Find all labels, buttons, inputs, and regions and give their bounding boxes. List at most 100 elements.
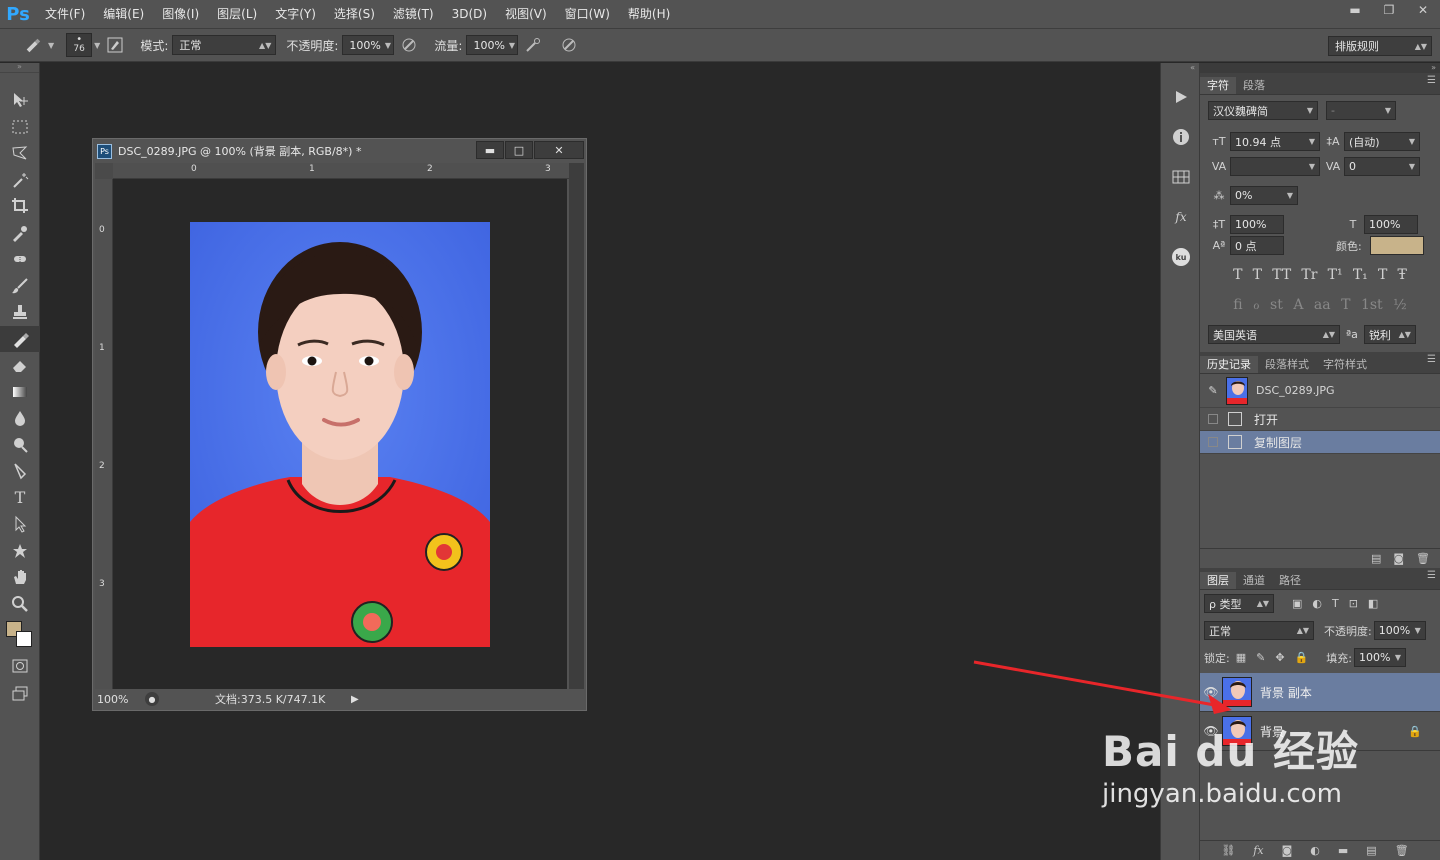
kerning-field[interactable]: ▼ <box>1230 157 1320 176</box>
tab-paragraph[interactable]: 段落 <box>1236 77 1272 94</box>
panel-menu-icon[interactable]: ☰ <box>1427 75 1436 86</box>
hand-tool-icon[interactable] <box>0 564 40 591</box>
new-document-from-state-icon[interactable]: ▤ <box>1371 552 1381 565</box>
restore-button[interactable]: ❐ <box>1372 0 1406 20</box>
tab-channels[interactable]: 通道 <box>1236 572 1272 589</box>
document-title-bar[interactable]: Ps DSC_0289.JPG @ 100% (背景 副本, RGB/8*) *… <box>93 139 586 163</box>
gradient-tool-icon[interactable] <box>0 379 40 406</box>
opentype-button-4[interactable]: aa <box>1314 297 1331 313</box>
menu-item-5[interactable]: 选择(S) <box>325 0 384 28</box>
history-snapshot[interactable]: ✎ DSC_0289.JPG <box>1200 374 1440 408</box>
background-color-swatch[interactable] <box>16 631 32 647</box>
dock-collapse-icon[interactable]: « <box>1161 63 1199 77</box>
menu-item-8[interactable]: 视图(V) <box>496 0 556 28</box>
pressure-size-icon[interactable] <box>558 34 580 56</box>
marquee-tool-icon[interactable] <box>0 114 40 141</box>
type-style-button-5[interactable]: T₁ <box>1353 267 1368 283</box>
type-style-button-2[interactable]: TT <box>1272 267 1291 283</box>
language-dropdown[interactable]: 美国英语 ▲▼ <box>1208 325 1340 344</box>
pressure-opacity-icon[interactable] <box>398 34 420 56</box>
menu-item-7[interactable]: 3D(D) <box>443 0 496 28</box>
blend-mode-dropdown[interactable]: 正常 ▲▼ <box>1204 621 1314 640</box>
layer-filter-type-icons[interactable]: ▣◐T⊡◧ <box>1292 597 1388 610</box>
panel-menu-icon[interactable]: ☰ <box>1427 570 1436 581</box>
toolbar-collapse-icon[interactable]: » <box>0 63 39 73</box>
new-snapshot-icon[interactable]: ◙ <box>1393 552 1404 565</box>
menu-item-3[interactable]: 图层(L) <box>208 0 266 28</box>
photo-image[interactable] <box>190 222 490 647</box>
healing-brush-tool-icon[interactable] <box>0 246 40 273</box>
lasso-tool-icon[interactable] <box>0 140 40 167</box>
play-action-icon[interactable] <box>1161 77 1201 117</box>
screen-mode-icon[interactable] <box>0 680 40 707</box>
ku-plugin-icon[interactable]: ku <box>1161 237 1201 277</box>
leading-field[interactable]: (自动) ▼ <box>1344 132 1420 151</box>
document-canvas[interactable] <box>113 179 567 689</box>
visibility-eye-icon[interactable]: 👁 <box>1200 724 1222 738</box>
link-layers-icon[interactable]: ⛓ <box>1221 844 1235 857</box>
opacity-dropdown[interactable]: 100% ▼ <box>342 35 395 55</box>
history-source-checkbox[interactable] <box>1208 437 1218 447</box>
horizontal-ruler[interactable]: 0 1 2 3 <box>113 163 569 179</box>
type-style-button-7[interactable]: Ŧ <box>1398 267 1407 283</box>
brush-panel-toggle-icon[interactable] <box>104 34 126 56</box>
history-item[interactable]: 复制图层 <box>1200 431 1440 454</box>
panel-menu-icon[interactable]: ☰ <box>1427 354 1436 365</box>
menu-item-9[interactable]: 窗口(W) <box>556 0 619 28</box>
spot-healing-brush-icon[interactable] <box>22 34 44 56</box>
crop-tool-icon[interactable] <box>0 193 40 220</box>
clone-stamp-tool-icon[interactable] <box>0 299 40 326</box>
type-style-button-0[interactable]: T <box>1233 267 1242 283</box>
type-style-button-3[interactable]: Tr <box>1301 267 1317 283</box>
menu-item-1[interactable]: 编辑(E) <box>94 0 153 28</box>
eraser-tool-icon[interactable] <box>0 352 40 379</box>
minimize-button[interactable]: ▬ <box>1338 0 1372 20</box>
history-item[interactable]: 打开 <box>1200 408 1440 431</box>
font-style-dropdown[interactable]: - ▼ <box>1326 101 1396 120</box>
eyedropper-tool-icon[interactable] <box>0 220 40 247</box>
adjustment-layer-icon[interactable]: ◐ <box>1310 844 1320 857</box>
zoom-tool-icon[interactable] <box>0 591 40 618</box>
blur-tool-icon[interactable] <box>0 405 40 432</box>
status-menu-arrow-icon[interactable]: ▶ <box>351 694 359 705</box>
doc-minimize-button[interactable]: ▬ <box>476 141 504 159</box>
close-button[interactable]: ✕ <box>1406 0 1440 20</box>
menu-item-4[interactable]: 文字(Y) <box>266 0 325 28</box>
type-tool-icon[interactable]: T <box>0 485 40 512</box>
pen-tool-icon[interactable] <box>0 458 40 485</box>
info-panel-icon[interactable] <box>1161 117 1201 157</box>
opentype-button-5[interactable]: T <box>1341 297 1350 313</box>
styles-fx-panel-icon[interactable]: fx <box>1161 197 1201 237</box>
panels-collapse-icon[interactable]: » <box>1200 63 1440 73</box>
doc-restore-button[interactable]: □ <box>505 141 533 159</box>
tab-character[interactable]: 字符 <box>1200 77 1236 94</box>
font-family-dropdown[interactable]: 汉仪魏碑简 ▼ <box>1208 101 1318 120</box>
ruler-origin[interactable] <box>95 163 113 179</box>
opentype-button-6[interactable]: 1st <box>1361 297 1383 313</box>
brush-size-picker[interactable]: • 76 <box>66 33 93 57</box>
history-source-checkbox[interactable] <box>1208 414 1218 424</box>
font-size-field[interactable]: 10.94 点 ▼ <box>1230 132 1320 151</box>
history-brush-tool-icon[interactable] <box>0 325 40 352</box>
status-info-icon[interactable]: ● <box>145 692 159 706</box>
opentype-button-1[interactable]: ℴ <box>1253 297 1259 313</box>
quick-mask-icon[interactable] <box>0 653 40 680</box>
menu-item-0[interactable]: 文件(F) <box>36 0 94 28</box>
tab-history[interactable]: 历史记录 <box>1200 356 1258 373</box>
mode-dropdown[interactable]: 正常 ▲▼ <box>172 35 277 55</box>
move-tool-icon[interactable] <box>0 87 40 114</box>
workspace-dropdown[interactable]: 排版规则 ▲▼ <box>1328 36 1432 56</box>
layer-opacity-field[interactable]: 100% ▼ <box>1373 621 1426 640</box>
vertical-ruler[interactable]: 0 1 2 3 <box>95 179 113 689</box>
history-brush-source-icon[interactable]: ✎ <box>1200 384 1226 397</box>
layer-style-icon[interactable]: fx <box>1253 844 1263 857</box>
new-group-icon[interactable]: ▬ <box>1338 844 1348 857</box>
delete-layer-icon[interactable]: 🗑 <box>1395 844 1409 857</box>
airbrush-icon[interactable] <box>522 34 544 56</box>
magic-wand-tool-icon[interactable] <box>0 167 40 194</box>
zoom-level-field[interactable]: 100% <box>95 693 145 706</box>
layer-row[interactable]: 👁 背景 副本 <box>1200 673 1440 712</box>
flow-dropdown[interactable]: 100% ▼ <box>466 35 519 55</box>
layer-row[interactable]: 👁 背景 🔒 <box>1200 712 1440 751</box>
doc-close-button[interactable]: ✕ <box>534 141 584 159</box>
